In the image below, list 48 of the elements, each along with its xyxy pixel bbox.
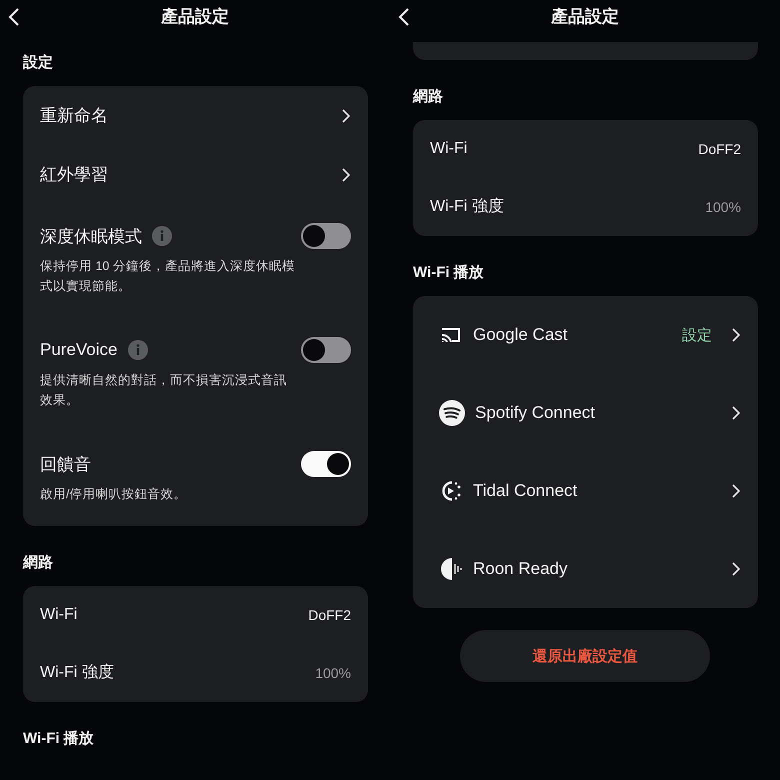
row-label: PureVoice [40, 340, 118, 360]
row-description: 提供清晰自然的對話，而不損害沉浸式音訊效果。 [40, 372, 288, 409]
row-value: DoFF2 [308, 606, 351, 625]
row-value: 100% [705, 198, 741, 217]
row-description: 啟用/停用喇叭按鈕音效。 [40, 486, 188, 503]
screen-title: 產品設定 [551, 6, 619, 28]
toggle-switch[interactable] [301, 223, 351, 249]
reset-button[interactable]: 還原出廠設定值 [460, 630, 710, 682]
service-row[interactable]: Spotify Connect [413, 374, 758, 452]
service-row[interactable]: Google Cast 設定 [413, 296, 758, 374]
row-label: 重新命名 [40, 105, 108, 127]
row-label: 紅外學習 [40, 164, 108, 186]
chevron-icon [342, 168, 350, 182]
half-circle-icon [439, 556, 463, 582]
row-label: Wi-Fi 強度 [430, 197, 504, 217]
chevron-icon [732, 484, 740, 498]
row-label: Wi-Fi [430, 139, 468, 159]
service-name: Tidal Connect [473, 481, 578, 501]
chevron-icon [732, 328, 740, 342]
row-label: 回饋音 [40, 454, 91, 476]
chevron-icon [732, 562, 740, 576]
service-name: Roon Ready [473, 559, 569, 579]
chevron-icon [732, 406, 740, 420]
section-heading: 網路 [412, 87, 444, 107]
screen-title: 產品設定 [161, 6, 229, 28]
row-label: Wi-Fi [40, 605, 78, 625]
row-label: 深度休眠模式 [40, 226, 142, 248]
info-icon[interactable] [152, 226, 172, 246]
row-value: 100% [315, 664, 351, 683]
spotify-icon [439, 400, 465, 426]
status-label: 設定 [682, 326, 712, 344]
service-row[interactable]: Roon Ready [413, 530, 758, 608]
section-heading: Wi-Fi 播放 [412, 263, 485, 283]
service-name: Spotify Connect [475, 403, 596, 423]
row-label: Wi-Fi 強度 [40, 663, 114, 683]
section-heading: Wi-Fi 播放 [22, 729, 95, 749]
info-icon[interactable] [128, 340, 148, 360]
chevron-icon [342, 108, 350, 122]
settings-row[interactable]: 重新命名 [23, 86, 368, 145]
toggle-switch[interactable] [301, 337, 351, 363]
section-heading: 網路 [22, 553, 54, 573]
section-heading: 設定 [22, 53, 54, 73]
toggle-switch[interactable] [301, 451, 351, 477]
settings-row[interactable]: 紅外學習 [23, 145, 368, 204]
row-value: DoFF2 [698, 140, 741, 159]
service-name: Google Cast [473, 325, 568, 345]
row-description: 保持停用 10 分鐘後，產品將進入深度休眠模式以實現節能。 [40, 258, 295, 295]
service-row[interactable]: Tidal Connect [413, 452, 758, 530]
